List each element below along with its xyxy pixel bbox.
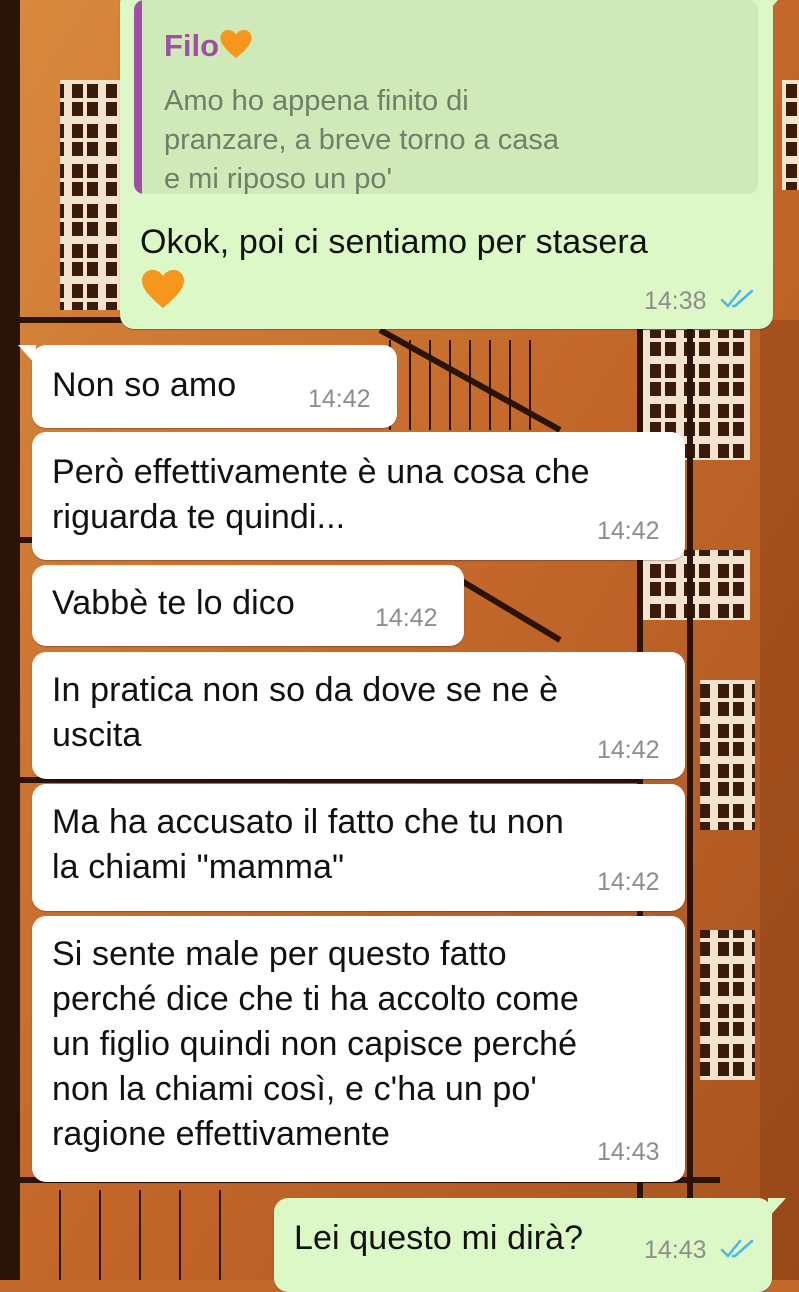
bubble-tail [769,0,787,10]
incoming-message[interactable]: Si sente male per questo fatto perché di… [32,916,685,1182]
orange-heart-icon [140,268,186,315]
message-time: 14:38 [644,287,707,315]
bubble-tail [18,345,36,365]
message-text: Lei questo mi dirà? [294,1219,584,1257]
incoming-message[interactable]: In pratica non so da dove se ne è uscita… [32,652,685,779]
incoming-message[interactable]: Vabbè te lo dico 14:42 [32,565,464,646]
incoming-message[interactable]: Ma ha accusato il fatto che tu non la ch… [32,784,685,911]
message-time: 14:43 [597,1138,660,1166]
message-time: 14:42 [597,736,660,764]
message-text: Però effettivamente è una cosa che rigua… [52,453,590,536]
outgoing-message[interactable]: Lei questo mi dirà? 14:43 [274,1198,786,1292]
message-text: In pratica non so da dove se ne è uscita [52,671,559,754]
quoted-author: Filo [164,28,253,68]
outgoing-message-with-quote[interactable]: Filo Amo ho appena finito di pranzare, a… [120,0,787,329]
incoming-message[interactable]: Però effettivamente è una cosa che rigua… [32,432,685,560]
message-time: 14:42 [308,385,371,413]
read-double-check-icon [720,1239,754,1258]
read-double-check-icon [720,289,754,308]
quoted-message[interactable]: Filo Amo ho appena finito di pranzare, a… [134,0,758,194]
incoming-message[interactable]: Non so amo 14:42 [18,345,397,428]
message-time: 14:42 [597,517,660,545]
message-text: Vabbè te lo dico [52,584,295,622]
message-text: Non so amo [52,366,237,404]
message-text: Si sente male per questo fatto perché di… [52,935,579,1153]
quote-accent-bar [134,0,142,194]
message-text: Ma ha accusato il fatto che tu non la ch… [52,803,564,886]
orange-heart-icon [219,28,253,68]
quoted-text: Amo ho appena finito di pranzare, a brev… [164,85,559,194]
message-text: Okok, poi ci sentiamo per stasera [140,223,648,261]
bubble-tail [768,1198,786,1218]
message-time: 14:43 [644,1236,707,1264]
message-time: 14:42 [597,868,660,896]
message-time: 14:42 [375,604,438,632]
